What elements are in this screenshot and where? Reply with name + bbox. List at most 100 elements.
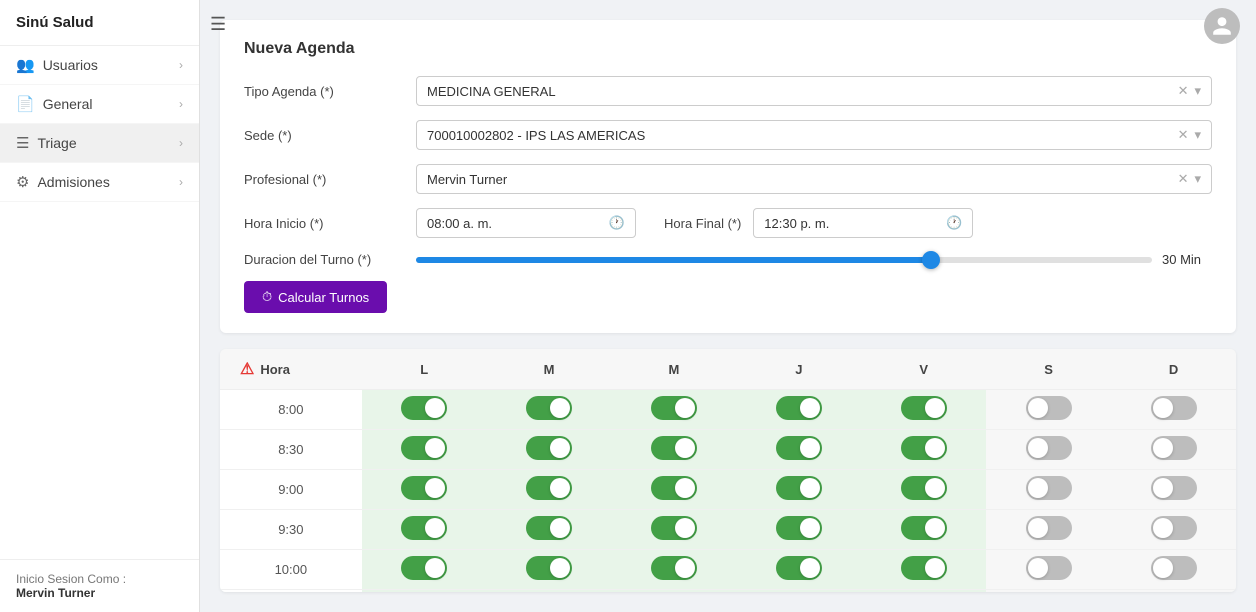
toggle-knob <box>800 558 820 578</box>
slider-track <box>416 257 1152 263</box>
toggle-cell <box>861 510 986 550</box>
toggle-cell <box>986 550 1111 590</box>
col-header-v: V <box>861 349 986 390</box>
sidebar-item-admisiones[interactable]: ⚙ Admisiones › <box>0 163 199 202</box>
profesional-select[interactable]: Mervin Turner ✕ ▾ <box>416 164 1212 194</box>
schedule-toggle[interactable] <box>776 476 822 500</box>
profesional-row: Profesional (*) Mervin Turner ✕ ▾ <box>244 164 1212 194</box>
avatar-icon <box>1211 15 1233 37</box>
schedule-toggle[interactable] <box>401 396 447 420</box>
schedule-toggle[interactable] <box>401 516 447 540</box>
schedule-toggle[interactable] <box>901 436 947 460</box>
toggle-cell <box>487 590 612 593</box>
toggle-knob <box>425 398 445 418</box>
schedule-toggle[interactable] <box>1026 516 1072 540</box>
sidebar-item-usuarios[interactable]: 👥 Usuarios › <box>0 46 199 85</box>
hora-final-input[interactable]: 12:30 p. m. 🕐 <box>753 208 973 238</box>
session-info: Inicio Sesion Como : Mervin Turner <box>0 559 199 612</box>
toggle-knob <box>1028 518 1048 538</box>
schedule-toggle[interactable] <box>651 556 697 580</box>
schedule-toggle[interactable] <box>526 396 572 420</box>
sidebar-item-general[interactable]: 📄 General › <box>0 85 199 124</box>
toggle-knob <box>425 478 445 498</box>
schedule-toggle[interactable] <box>776 556 822 580</box>
slider-thumb[interactable] <box>922 251 940 269</box>
col-header-m2: M <box>612 349 737 390</box>
schedule-toggle[interactable] <box>651 476 697 500</box>
dropdown-icon[interactable]: ▾ <box>1194 83 1201 99</box>
toggle-knob <box>925 398 945 418</box>
hora-row: Hora Inicio (*) 08:00 a. m. 🕐 Hora Final… <box>244 208 1212 238</box>
warning-icon: ⚠ <box>240 359 254 379</box>
schedule-toggle[interactable] <box>1151 476 1197 500</box>
time-cell: 8:00 <box>220 390 362 430</box>
session-user: Mervin Turner <box>16 586 183 600</box>
schedule-toggle[interactable] <box>1151 436 1197 460</box>
toggle-knob <box>1153 558 1173 578</box>
schedule-toggle[interactable] <box>1026 396 1072 420</box>
schedule-toggle[interactable] <box>401 556 447 580</box>
schedule-table: ⚠ Hora L M M J V S D 8:008:309:009: <box>220 349 1236 592</box>
toggle-cell <box>986 510 1111 550</box>
schedule-toggle[interactable] <box>776 396 822 420</box>
app-title: Sinú Salud <box>0 0 199 46</box>
schedule-toggle[interactable] <box>901 556 947 580</box>
calcular-icon: ⏱ <box>262 289 272 305</box>
schedule-toggle[interactable] <box>1026 436 1072 460</box>
schedule-toggle[interactable] <box>651 436 697 460</box>
toggle-cell <box>861 390 986 430</box>
toggle-cell <box>487 510 612 550</box>
toggle-cell <box>861 430 986 470</box>
toggle-knob <box>800 518 820 538</box>
schedule-toggle[interactable] <box>651 516 697 540</box>
schedule-toggle[interactable] <box>1026 556 1072 580</box>
toggle-knob <box>800 478 820 498</box>
schedule-toggle[interactable] <box>526 556 572 580</box>
sidebar-label-triage: Triage <box>37 135 76 151</box>
dropdown-icon-2[interactable]: ▾ <box>1194 127 1201 143</box>
schedule-toggle[interactable] <box>1151 516 1197 540</box>
clear-icon[interactable]: ✕ <box>1178 83 1189 99</box>
toggle-knob <box>925 438 945 458</box>
schedule-toggle[interactable] <box>1151 556 1197 580</box>
schedule-toggle[interactable] <box>1151 396 1197 420</box>
sidebar-label-admisiones: Admisiones <box>37 174 109 190</box>
sede-select[interactable]: 700010002802 - IPS LAS AMERICAS ✕ ▾ <box>416 120 1212 150</box>
schedule-toggle[interactable] <box>901 396 947 420</box>
schedule-toggle[interactable] <box>776 436 822 460</box>
tipo-agenda-select[interactable]: MEDICINA GENERAL ✕ ▾ <box>416 76 1212 106</box>
hora-inicio-input[interactable]: 08:00 a. m. 🕐 <box>416 208 636 238</box>
schedule-toggle[interactable] <box>526 476 572 500</box>
chevron-right-icon-4: › <box>179 175 183 189</box>
schedule-toggle[interactable] <box>776 516 822 540</box>
main-content: Nueva Agenda Tipo Agenda (*) MEDICINA GE… <box>200 0 1256 612</box>
sidebar-item-triage[interactable]: ☰ Triage › <box>0 124 199 163</box>
schedule-toggle[interactable] <box>1026 476 1072 500</box>
schedule-toggle[interactable] <box>901 516 947 540</box>
profesional-value: Mervin Turner <box>427 172 1178 187</box>
document-icon: 📄 <box>16 95 35 113</box>
schedule-toggle[interactable] <box>526 516 572 540</box>
toggle-cell <box>736 550 861 590</box>
col-header-d: D <box>1111 349 1236 390</box>
hora-inicio-value: 08:00 a. m. <box>427 216 492 231</box>
sede-value: 700010002802 - IPS LAS AMERICAS <box>427 128 1178 143</box>
calcular-button[interactable]: ⏱ Calcular Turnos <box>244 281 387 313</box>
schedule-toggle[interactable] <box>651 396 697 420</box>
clear-icon-2[interactable]: ✕ <box>1178 127 1189 143</box>
hamburger-menu[interactable]: ☰ <box>210 14 226 35</box>
schedule-toggle[interactable] <box>901 476 947 500</box>
avatar[interactable] <box>1204 8 1240 44</box>
hora-final-value: 12:30 p. m. <box>764 216 829 231</box>
schedule-toggle[interactable] <box>401 436 447 460</box>
tipo-agenda-label: Tipo Agenda (*) <box>244 84 404 99</box>
toggle-cell <box>736 430 861 470</box>
calcular-label: Calcular Turnos <box>278 290 369 305</box>
toggle-knob <box>1153 478 1173 498</box>
schedule-toggle[interactable] <box>526 436 572 460</box>
dropdown-icon-3[interactable]: ▾ <box>1194 171 1201 187</box>
clear-icon-3[interactable]: ✕ <box>1178 171 1189 187</box>
schedule-toggle[interactable] <box>401 476 447 500</box>
page-title: Nueva Agenda <box>244 40 1212 58</box>
toggle-knob <box>675 518 695 538</box>
